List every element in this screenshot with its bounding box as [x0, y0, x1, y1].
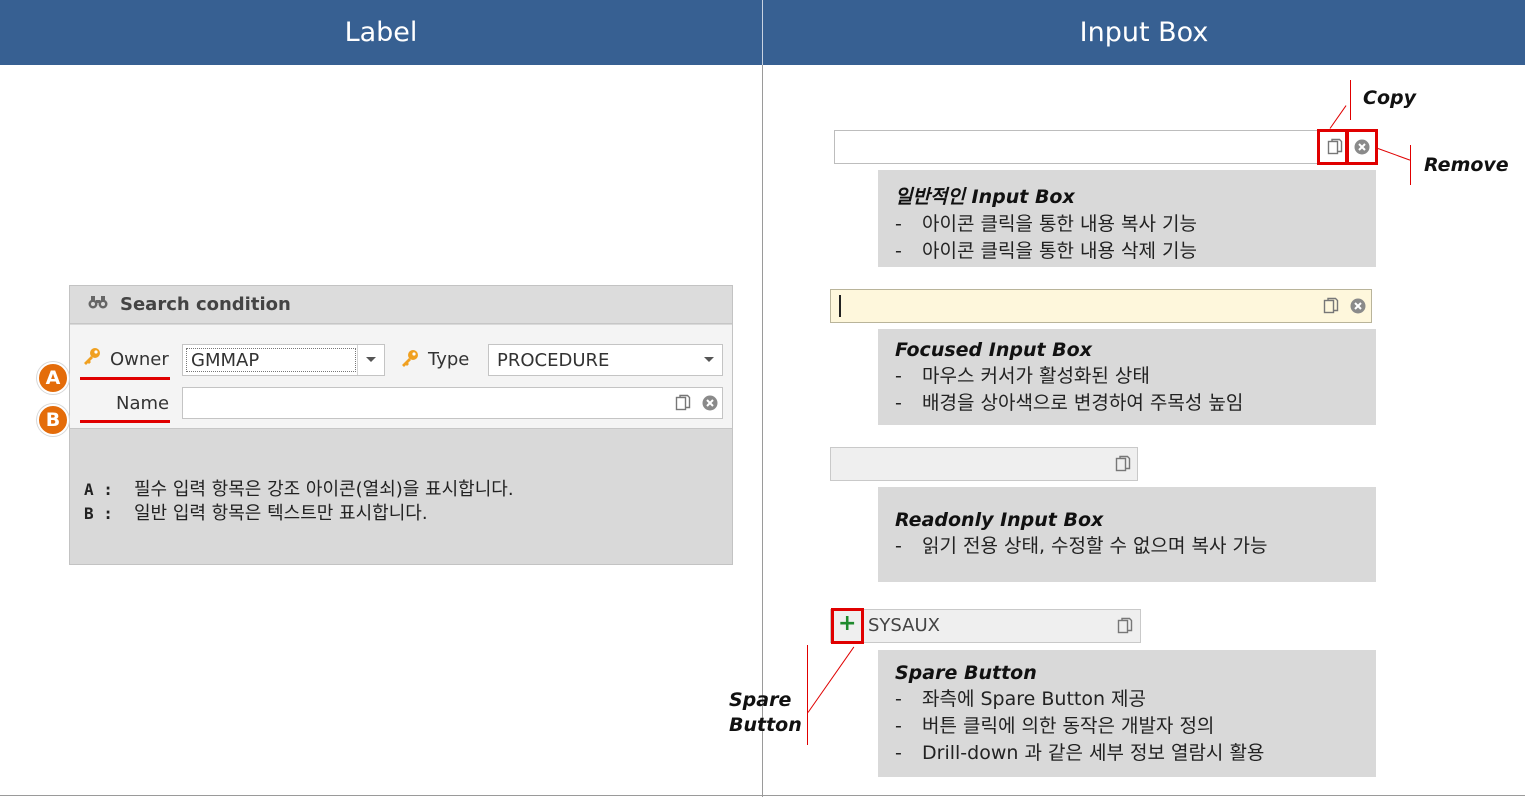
callout-copy: Copy — [1363, 87, 1416, 109]
text-cursor — [839, 295, 841, 317]
owner-label: Owner — [110, 349, 169, 370]
desc-readonly-bullet-1: 읽기 전용 상태, 수정할 수 없으며 복사 가능 — [922, 535, 1268, 557]
panel-title: Search condition — [120, 294, 291, 315]
name-label: Name — [116, 393, 170, 414]
note-a-key: A : — [84, 480, 113, 499]
note-b-key: B : — [84, 504, 113, 523]
spare-button-highlight — [831, 608, 864, 644]
spare-input-value: SYSAUX — [868, 615, 940, 636]
desc-readonly: Readonly Input Box - 읽기 전용 상태, 수정할 수 없으며 … — [878, 487, 1376, 582]
desc-focused: Focused Input Box - 마우스 커서가 활성화된 상태 - 배경을 … — [878, 329, 1376, 425]
focused-input-box[interactable] — [830, 289, 1372, 323]
type-label: Type — [428, 349, 470, 370]
copy-icon[interactable] — [674, 394, 692, 412]
owner-underline — [80, 377, 170, 380]
remove-highlight — [1346, 129, 1378, 165]
note-a: A : 필수 입력 항목은 강조 아이콘(열쇠)을 표시합니다. — [84, 475, 514, 501]
owner-value: GMMAP — [191, 349, 260, 371]
desc-spare-bullet-1: 좌측에 Spare Button 제공 — [922, 688, 1147, 710]
standard-input-box[interactable] — [834, 130, 1377, 164]
readonly-input-box[interactable] — [830, 447, 1138, 481]
copy-highlight — [1317, 129, 1348, 165]
marker-b: B — [37, 404, 69, 436]
callout-spare-line2: Button — [729, 714, 802, 736]
desc-spare: Spare Button - 좌측에 Spare Button 제공 - 버튼 클릭… — [878, 650, 1376, 777]
chevron-down-icon[interactable] — [366, 357, 376, 362]
remove-icon[interactable] — [1349, 297, 1367, 315]
desc-readonly-title: Readonly Input Box — [895, 509, 1104, 531]
bottom-divider — [0, 795, 1525, 796]
desc-focused-bullet-1: 마우스 커서가 활성화된 상태 — [922, 365, 1150, 387]
header-label: Label — [0, 0, 762, 65]
header-divider — [762, 0, 763, 65]
type-combobox[interactable]: PROCEDURE — [488, 344, 723, 376]
remove-icon[interactable] — [701, 394, 719, 412]
desc-spare-title: Spare Button — [895, 662, 1037, 684]
key-icon — [82, 346, 102, 366]
binoculars-icon — [88, 294, 108, 315]
column-divider — [762, 65, 763, 797]
chevron-down-icon[interactable] — [704, 357, 714, 362]
header-input-box: Input Box — [763, 0, 1525, 65]
desc-focused-bullet-2: 배경을 상아색으로 변경하여 주목성 높임 — [922, 392, 1244, 414]
marker-a: A — [37, 362, 69, 394]
type-value: PROCEDURE — [497, 349, 610, 371]
search-condition-panel: Search condition Owner GMMAP Type PROCED… — [69, 285, 733, 565]
copy-icon[interactable] — [1322, 297, 1340, 315]
name-underline — [80, 420, 170, 423]
note-a-text: 필수 입력 항목은 강조 아이콘(열쇠)을 표시합니다. — [134, 479, 514, 500]
copy-icon[interactable] — [1116, 617, 1134, 635]
key-icon — [400, 348, 420, 368]
desc-focused-title: Focused Input Box — [895, 339, 1092, 361]
desc-standard-bullet-2: 아이콘 클릭을 통한 내용 삭제 기능 — [922, 240, 1197, 262]
desc-spare-bullet-3: Drill-down 과 같은 세부 정보 열람시 활용 — [922, 742, 1265, 764]
owner-combobox[interactable]: GMMAP — [182, 344, 385, 376]
note-b-text: 일반 입력 항목은 텍스트만 표시합니다. — [134, 503, 428, 524]
callout-remove: Remove — [1424, 154, 1509, 176]
desc-standard: 일반적인 Input Box - 아이콘 클릭을 통한 내용 복사 기능 - 아이콘… — [878, 170, 1376, 267]
callout-spare-line1: Spare — [729, 689, 792, 711]
note-b: B : 일반 입력 항목은 텍스트만 표시합니다. — [84, 499, 428, 525]
panel-title-bar: Search condition — [70, 286, 732, 324]
name-input[interactable] — [182, 387, 723, 419]
copy-icon[interactable] — [1114, 455, 1132, 473]
desc-standard-title: 일반적인 Input Box — [895, 186, 1075, 208]
page: Label Input Box Search condition Owner G… — [0, 0, 1525, 797]
desc-spare-bullet-2: 버튼 클릭에 의한 동작은 개발자 정의 — [922, 715, 1215, 737]
desc-standard-bullet-1: 아이콘 클릭을 통한 내용 복사 기능 — [922, 213, 1197, 235]
